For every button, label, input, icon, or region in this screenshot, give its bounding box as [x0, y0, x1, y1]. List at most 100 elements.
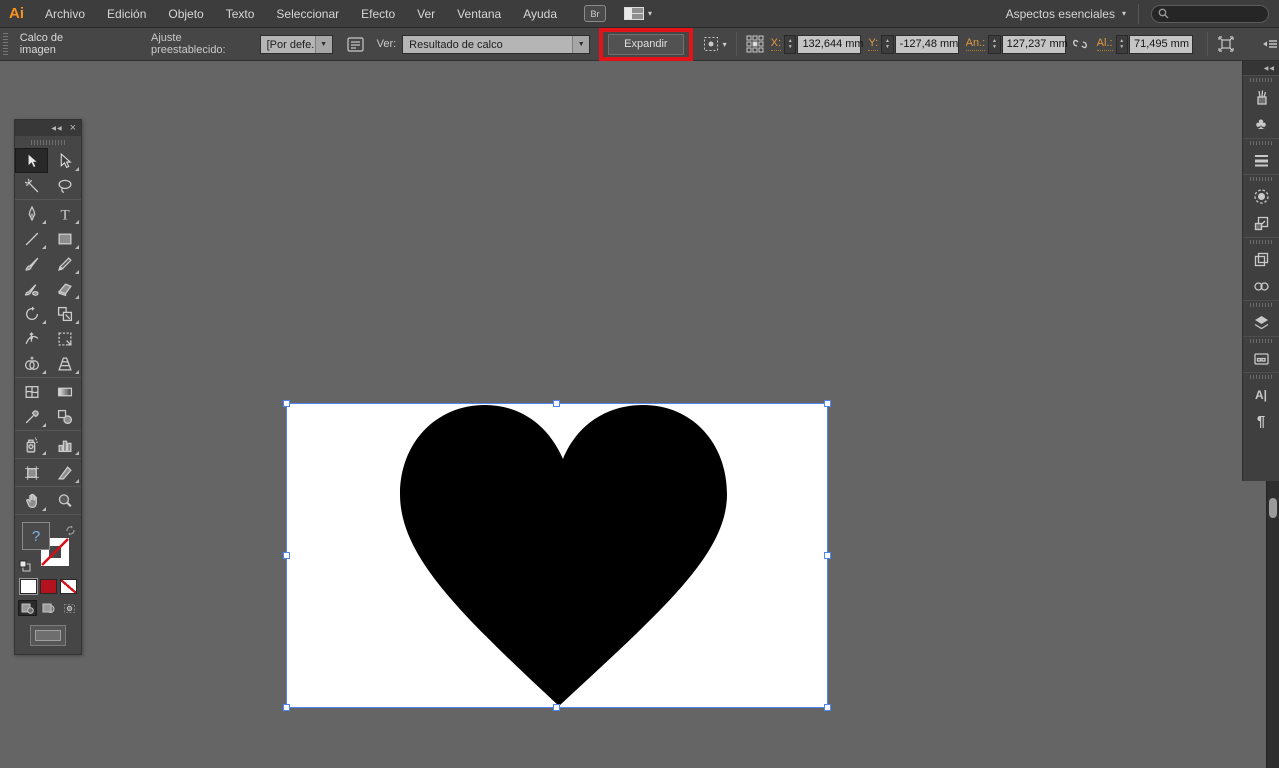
fill-color-indicator[interactable]: ? [22, 522, 50, 550]
brushes-panel-button[interactable] [1243, 84, 1279, 111]
tracing-options-button[interactable] [347, 37, 364, 52]
collapse-dock-icon[interactable]: ◀◀ [1264, 65, 1275, 72]
artboards-panel-button[interactable] [1243, 345, 1279, 372]
y-stepper[interactable]: ▲▼ [881, 35, 893, 54]
draw-behind-button[interactable] [39, 600, 58, 616]
default-fill-stroke-button[interactable] [19, 559, 31, 577]
magic-wand-tool[interactable] [15, 173, 48, 198]
menu-archivo[interactable]: Archivo [34, 0, 96, 28]
search-input[interactable] [1173, 8, 1259, 20]
graphic-styles-panel-button[interactable] [1243, 210, 1279, 237]
view-dropdown[interactable]: Resultado de calco ▼ [402, 35, 590, 54]
width-tool[interactable] [15, 326, 48, 351]
width-field[interactable]: 127,237 mm [1002, 35, 1066, 54]
height-stepper[interactable]: ▲▼ [1116, 35, 1128, 54]
collapse-panel-icon[interactable]: ◀◀ [51, 125, 62, 132]
dock-grip[interactable] [1243, 373, 1279, 381]
selection-handle-middle-left[interactable] [283, 552, 290, 559]
y-position-label[interactable]: Y: [868, 37, 878, 51]
x-stepper[interactable]: ▲▼ [784, 35, 796, 54]
menu-ver[interactable]: Ver [406, 0, 446, 28]
dock-grip[interactable] [1243, 175, 1279, 183]
stroke-panel-button[interactable] [1243, 147, 1279, 174]
character-panel-button[interactable]: A| [1243, 381, 1279, 408]
symbols-panel-button[interactable]: ♣ [1243, 111, 1279, 138]
control-bar-grip[interactable] [3, 33, 8, 55]
paragraph-panel-button[interactable]: ¶ [1243, 408, 1279, 435]
appearance-panel-button[interactable] [1243, 183, 1279, 210]
dock-grip[interactable] [1243, 337, 1279, 345]
height-label[interactable]: Al.: [1097, 37, 1113, 51]
x-position-field[interactable]: 132,644 mm [797, 35, 861, 54]
select-similar-button[interactable]: ▾ [703, 36, 727, 52]
layers-panel-button[interactable] [1243, 309, 1279, 336]
menu-objeto[interactable]: Objeto [157, 0, 214, 28]
x-position-label[interactable]: X: [771, 37, 781, 51]
pencil-tool[interactable] [48, 251, 81, 276]
rectangle-tool[interactable] [48, 226, 81, 251]
close-icon[interactable]: × [70, 123, 76, 133]
arrange-documents-button[interactable]: ▾ [624, 7, 652, 20]
eyedropper-tool[interactable] [15, 404, 48, 429]
color-button[interactable] [20, 579, 37, 594]
menu-efecto[interactable]: Efecto [350, 0, 406, 28]
selection-handle-top-left[interactable] [283, 400, 290, 407]
selection-handle-top-right[interactable] [824, 400, 831, 407]
slice-tool[interactable] [48, 460, 81, 485]
width-label[interactable]: An.: [966, 37, 986, 51]
symbol-sprayer-tool[interactable] [15, 432, 48, 457]
workspace-switcher[interactable]: Aspectos esenciales ▾ [994, 7, 1138, 21]
none-button[interactable] [60, 579, 77, 594]
selection-handle-middle-right[interactable] [824, 552, 831, 559]
screen-mode-button[interactable] [30, 625, 66, 646]
selection-handle-top-center[interactable] [553, 400, 560, 407]
pen-tool[interactable] [15, 201, 48, 226]
scale-tool[interactable] [48, 301, 81, 326]
panel-menu-button[interactable] [1261, 38, 1279, 50]
blob-brush-tool[interactable] [15, 276, 48, 301]
links-panel-button[interactable] [1243, 273, 1279, 300]
dock-grip[interactable] [1243, 301, 1279, 309]
type-tool[interactable]: T [48, 201, 81, 226]
line-segment-tool[interactable] [15, 226, 48, 251]
free-transform-tool[interactable] [48, 326, 81, 351]
transform-button[interactable] [1217, 35, 1235, 53]
rotate-tool[interactable] [15, 301, 48, 326]
shape-builder-tool[interactable] [15, 351, 48, 376]
menu-ayuda[interactable]: Ayuda [512, 0, 568, 28]
dock-grip[interactable] [1243, 139, 1279, 147]
gradient-tool[interactable] [48, 379, 81, 404]
expand-button[interactable]: Expandir [608, 34, 683, 55]
perspective-grid-tool[interactable] [48, 351, 81, 376]
hand-tool[interactable] [15, 488, 48, 513]
bridge-button[interactable]: Br [584, 5, 606, 22]
tools-panel-grip[interactable] [15, 136, 81, 148]
vertical-scrollbar[interactable] [1266, 481, 1279, 768]
search-box[interactable] [1151, 5, 1269, 23]
selection-handle-bottom-right[interactable] [824, 704, 831, 711]
menu-ventana[interactable]: Ventana [446, 0, 512, 28]
mesh-tool[interactable] [15, 379, 48, 404]
eraser-tool[interactable] [48, 276, 81, 301]
menu-texto[interactable]: Texto [215, 0, 266, 28]
menu-seleccionar[interactable]: Seleccionar [265, 0, 350, 28]
gradient-button[interactable] [40, 579, 57, 594]
traced-image[interactable] [287, 404, 827, 707]
dock-grip[interactable] [1243, 76, 1279, 84]
selection-tool[interactable] [15, 148, 48, 173]
blend-tool[interactable] [48, 404, 81, 429]
draw-inside-button[interactable] [60, 600, 79, 616]
direct-selection-tool[interactable] [48, 148, 81, 173]
zoom-tool[interactable] [48, 488, 81, 513]
width-stepper[interactable]: ▲▼ [988, 35, 1000, 54]
dock-grip[interactable] [1243, 238, 1279, 246]
draw-normal-button[interactable] [18, 600, 37, 616]
artboard-tool[interactable] [15, 460, 48, 485]
column-graph-tool[interactable] [48, 432, 81, 457]
menu-edicion[interactable]: Edición [96, 0, 157, 28]
reference-point-selector[interactable] [746, 35, 764, 53]
selection-handle-bottom-center[interactable] [553, 704, 560, 711]
constrain-proportions-button[interactable] [1072, 37, 1088, 51]
paintbrush-tool[interactable] [15, 251, 48, 276]
preset-dropdown[interactable]: [Por defe... ▼ [260, 35, 333, 54]
